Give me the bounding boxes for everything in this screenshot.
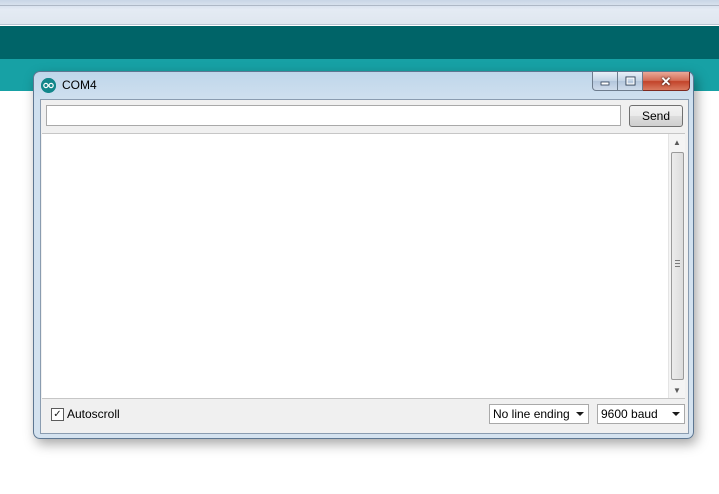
client-area: Send ▲ ▼ ✓ Autoscroll No line ending 960… xyxy=(40,99,689,434)
arduino-icon xyxy=(41,78,56,93)
footer-bar: ✓ Autoscroll No line ending 9600 baud xyxy=(41,399,688,433)
close-icon: ✕ xyxy=(660,73,672,89)
autoscroll-label: Autoscroll xyxy=(67,407,120,421)
vertical-scrollbar[interactable]: ▲ ▼ xyxy=(668,134,685,398)
minimize-icon xyxy=(600,81,610,86)
serial-output-area[interactable]: ▲ ▼ xyxy=(42,133,685,399)
scrollbar-thumb[interactable] xyxy=(671,152,684,380)
scroll-up-arrow[interactable]: ▲ xyxy=(669,134,685,150)
caption-buttons: ✕ xyxy=(592,72,690,91)
chevron-down-icon xyxy=(672,412,680,416)
checkmark-icon: ✓ xyxy=(53,409,62,420)
send-input[interactable] xyxy=(46,105,621,126)
maximize-icon xyxy=(625,76,635,86)
maximize-button[interactable] xyxy=(618,72,643,91)
scroll-down-arrow[interactable]: ▼ xyxy=(669,382,685,398)
chevron-down-icon xyxy=(576,412,584,416)
close-button[interactable]: ✕ xyxy=(643,72,690,91)
scroll-grip-icon xyxy=(675,260,680,267)
serial-monitor-window: COM4 ✕ Send ▲ ▼ ✓ Autoscroll No line end… xyxy=(33,71,694,439)
line-ending-value: No line ending xyxy=(493,407,570,421)
autoscroll-checkbox[interactable]: ✓ xyxy=(51,408,64,421)
line-ending-select[interactable]: No line ending xyxy=(489,404,589,424)
minimize-button[interactable] xyxy=(592,72,618,91)
background-toolbar xyxy=(0,0,719,25)
background-divider xyxy=(0,5,719,6)
title-bar[interactable]: COM4 ✕ xyxy=(34,72,693,98)
window-title: COM4 xyxy=(62,78,97,92)
baud-rate-select[interactable]: 9600 baud xyxy=(597,404,685,424)
baud-rate-value: 9600 baud xyxy=(601,407,658,421)
send-button[interactable]: Send xyxy=(629,105,683,127)
background-header-band xyxy=(0,26,719,59)
